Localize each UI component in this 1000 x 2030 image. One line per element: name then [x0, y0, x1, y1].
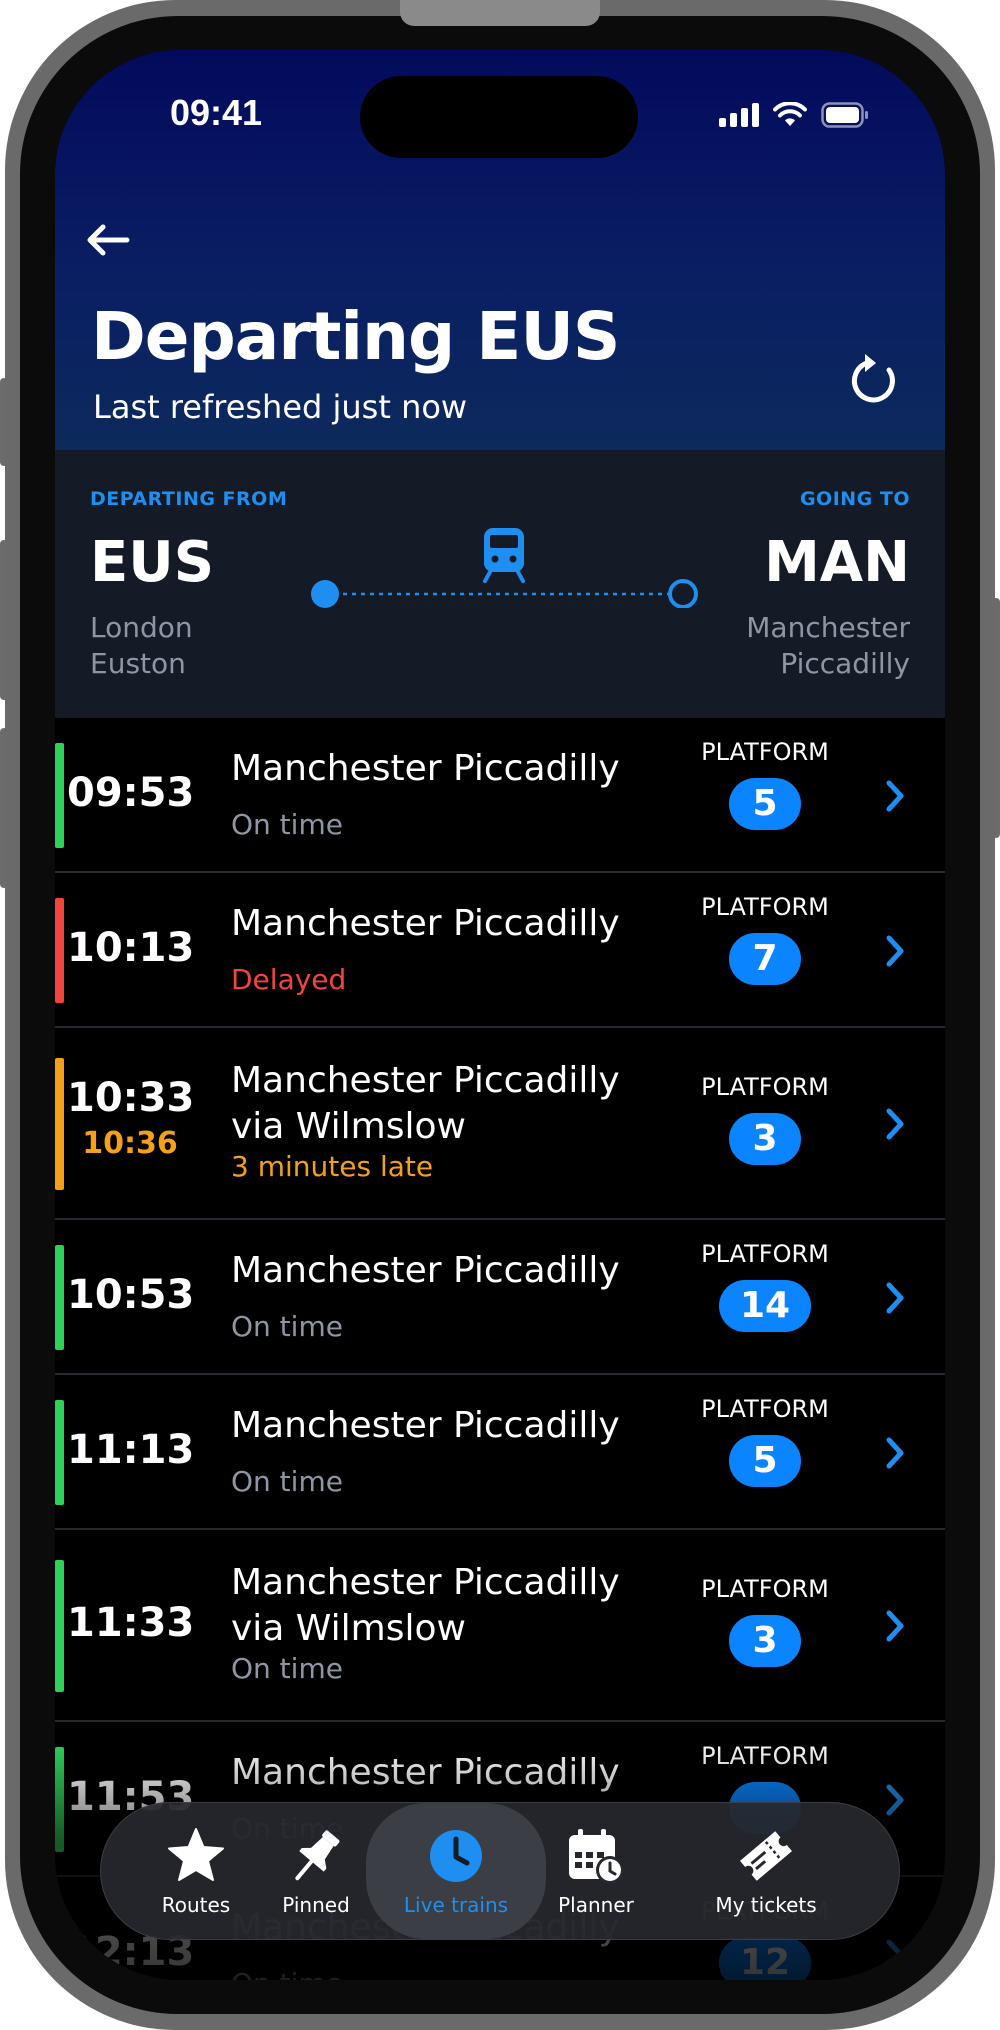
destination-name: Manchester Piccadilly via Wilmslow: [231, 1560, 620, 1652]
tab-live-trains-label: Live trains: [403, 1893, 509, 1917]
platform-badge: 5: [729, 778, 801, 830]
platform-label: PLATFORM: [701, 893, 829, 921]
via-line: via Wilmslow: [231, 1608, 466, 1649]
status-text: Delayed: [231, 963, 347, 996]
wifi-icon: [773, 102, 807, 126]
screen: 09:41 Departing EUS Last refreshed just …: [55, 50, 945, 1980]
destination-line-1: Manchester: [746, 611, 910, 644]
destination-dot: [668, 579, 698, 608]
tab-routes-label: Routes: [161, 1893, 231, 1917]
origin-station-name: London Euston: [90, 610, 193, 682]
platform-badge: 14: [719, 1280, 811, 1332]
calendar-clock-icon: [569, 1829, 624, 1884]
train-icon: [483, 528, 525, 583]
last-refreshed-text: Last refreshed just now: [93, 388, 468, 426]
departure-time: 10:13: [67, 924, 195, 971]
platform-label: PLATFORM: [701, 1073, 829, 1101]
departure-time: 11:33: [67, 1600, 195, 1646]
platform-badge: 5: [729, 1435, 801, 1487]
destination-line: Manchester Piccadilly: [231, 748, 620, 789]
departure-row[interactable]: 10:53 Manchester Piccadilly On time PLATFOR…: [55, 1220, 945, 1375]
dynamic-island: [360, 76, 638, 158]
status-indicator-bar: [55, 1058, 64, 1190]
cellular-signal-icon: [719, 103, 759, 127]
status-indicator-bar: [55, 1245, 64, 1350]
platform-badge: 3: [729, 1113, 801, 1165]
tab-pinned-label: Pinned: [282, 1893, 350, 1917]
status-text: 3 minutes late: [231, 1150, 434, 1183]
platform-label: PLATFORM: [701, 1240, 829, 1268]
platform-label: PLATFORM: [701, 1395, 829, 1423]
platform-badge: 3: [729, 1615, 801, 1667]
refresh-icon[interactable]: [845, 350, 905, 410]
expected-time: 10:36: [82, 1126, 178, 1161]
chevron-right-icon: [886, 780, 904, 811]
departure-time: 09:53: [67, 769, 195, 816]
going-to-caption: GOING TO: [799, 488, 910, 510]
tab-bar: Routes Pinned Live trains Planner My tic…: [100, 1802, 900, 1940]
route-line: [311, 528, 698, 608]
chevron-right-icon: [886, 1108, 904, 1140]
destination-name: Manchester Piccadilly: [231, 1403, 620, 1449]
status-text: On time: [231, 1465, 343, 1498]
origin-code: EUS: [90, 530, 215, 595]
platform-badge: 7: [729, 933, 801, 985]
platform-label: PLATFORM: [701, 738, 829, 766]
origin-line-1: London: [90, 611, 193, 644]
chevron-right-icon: [886, 1437, 904, 1468]
page-title: Departing EUS: [91, 298, 620, 375]
platform-label: PLATFORM: [701, 1575, 829, 1603]
destination-line: Manchester Piccadilly: [231, 903, 620, 944]
departing-from-caption: DEPARTING FROM: [90, 488, 288, 510]
clock-icon: [430, 1830, 482, 1882]
battery-icon: [821, 102, 868, 128]
status-icons: [719, 102, 869, 128]
departure-time: 10:33: [67, 1075, 195, 1121]
status-indicator-bar: [55, 1560, 64, 1692]
destination-name: Manchester Piccadilly: [231, 901, 620, 947]
status-indicator-bar: [55, 1400, 64, 1505]
departure-row[interactable]: 10:13 Manchester Piccadilly Delayed PLATFOR…: [55, 873, 945, 1028]
header: 09:41 Departing EUS Last refreshed just …: [55, 50, 945, 450]
destination-name: Manchester Piccadilly: [231, 1248, 620, 1294]
star-icon: [168, 1828, 224, 1881]
chevron-right-icon: [886, 1610, 904, 1642]
tab-live-trains[interactable]: Live trains: [366, 1803, 546, 1939]
destination-line: Manchester Piccadilly: [231, 1562, 620, 1603]
back-arrow-icon[interactable]: [83, 220, 133, 260]
chevron-right-icon: [886, 935, 904, 966]
departure-row[interactable]: 10:33 10:36 Manchester Piccadilly via Wilms…: [55, 1028, 945, 1220]
tab-planner-label: Planner: [558, 1893, 634, 1917]
departure-time: 11:13: [67, 1426, 195, 1473]
destination-line: Manchester Piccadilly: [231, 1250, 620, 1291]
destination-station-name: Manchester Piccadilly: [746, 610, 910, 682]
ticket-icon: [740, 1831, 792, 1881]
pin-icon: [295, 1830, 340, 1881]
destination-code: MAN: [764, 530, 910, 595]
status-indicator-bar: [55, 898, 64, 1003]
destination-line-2: Piccadilly: [780, 647, 910, 680]
departure-row[interactable]: 09:53 Manchester Piccadilly On time PLATFOR…: [55, 718, 945, 873]
tab-planner[interactable]: Planner: [521, 1803, 671, 1939]
departure-row[interactable]: 11:13 Manchester Piccadilly On time PLATFOR…: [55, 1375, 945, 1530]
status-time: 09:41: [170, 92, 263, 133]
destination-line: Manchester Piccadilly: [231, 1405, 620, 1446]
destination-name: Manchester Piccadilly via Wilmslow: [231, 1058, 620, 1150]
origin-dot: [311, 580, 339, 608]
status-text: On time: [231, 1652, 343, 1685]
departure-row[interactable]: 11:33 Manchester Piccadilly via Wilmslow On…: [55, 1530, 945, 1722]
via-line: via Wilmslow: [231, 1106, 466, 1147]
status-text: On time: [231, 808, 343, 841]
status-text: On time: [231, 1310, 343, 1343]
status-indicator-bar: [55, 743, 64, 848]
destination-name: Manchester Piccadilly: [231, 746, 620, 792]
departure-time: 10:53: [67, 1271, 195, 1318]
destination-line: Manchester Piccadilly: [231, 1060, 620, 1101]
chevron-right-icon: [886, 1282, 904, 1313]
tab-my-tickets[interactable]: My tickets: [681, 1803, 851, 1939]
origin-line-2: Euston: [90, 647, 186, 680]
phone-top-edge: [400, 0, 600, 26]
tab-my-tickets-label: My tickets: [715, 1893, 817, 1917]
